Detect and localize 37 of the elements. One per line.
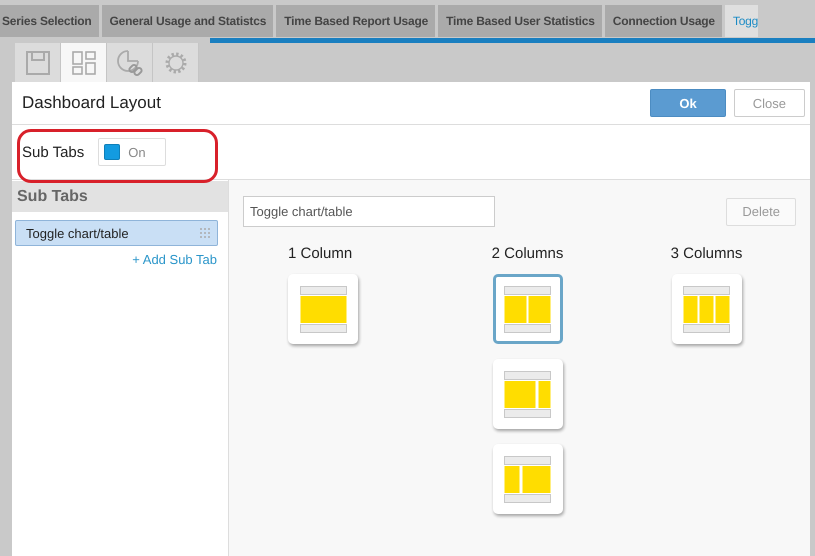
column-group-label: 2 Columns (492, 245, 564, 262)
layout-diagram-drawing (300, 286, 346, 332)
sub-tab-item[interactable]: Toggle chart/table (15, 220, 218, 246)
tab-name-field[interactable]: Toggle chart/table (243, 196, 495, 227)
layout-option[interactable] (492, 359, 562, 429)
report-tab[interactable]: General Usage and Statistcs (102, 5, 274, 37)
layout-diagram-drawing (504, 456, 551, 502)
layout-option[interactable] (672, 274, 742, 344)
layout-option[interactable] (492, 274, 562, 344)
toolbar-tab[interactable] (153, 43, 199, 82)
report-tab[interactable]: Series Selection (0, 5, 99, 37)
dialog-title: Dashboard Layout (22, 93, 162, 113)
close-button[interactable]: Close (734, 89, 805, 117)
layout-diagram-drawing (504, 370, 551, 418)
settings-icon (164, 50, 188, 74)
toolbar-tab[interactable] (61, 43, 107, 82)
ok-button[interactable]: Ok (650, 89, 726, 117)
layout-option[interactable] (492, 444, 562, 514)
column-group-label: 1 Column (288, 245, 352, 262)
toggle-label: Sub Tabs (22, 144, 84, 160)
report-tab[interactable]: Time Based Report Usage (276, 5, 436, 37)
report-tab[interactable]: Connection Usage (604, 5, 722, 37)
delete-button[interactable]: Delete (726, 198, 796, 226)
layout-option[interactable] (288, 274, 358, 344)
add-sub-tab-link[interactable]: + Add Sub Tab (132, 252, 217, 267)
layout-diagram-drawing (683, 286, 730, 332)
column-group-label: 3 Columns (670, 245, 742, 262)
report-tab[interactable]: Time Based User Statistics (438, 5, 602, 37)
sub-tabs-toggle[interactable]: On (98, 138, 166, 166)
report-tab[interactable]: Togg (724, 5, 758, 37)
toolbar-tab[interactable] (15, 43, 61, 82)
grid-layout-icon (72, 50, 96, 74)
layout-diagram-drawing (504, 286, 551, 332)
drag-handle-icon[interactable] (200, 228, 210, 238)
pie-chart-link-icon (116, 48, 144, 76)
panel-header: Sub Tabs (12, 181, 228, 212)
toolbar-tab[interactable] (107, 43, 153, 82)
